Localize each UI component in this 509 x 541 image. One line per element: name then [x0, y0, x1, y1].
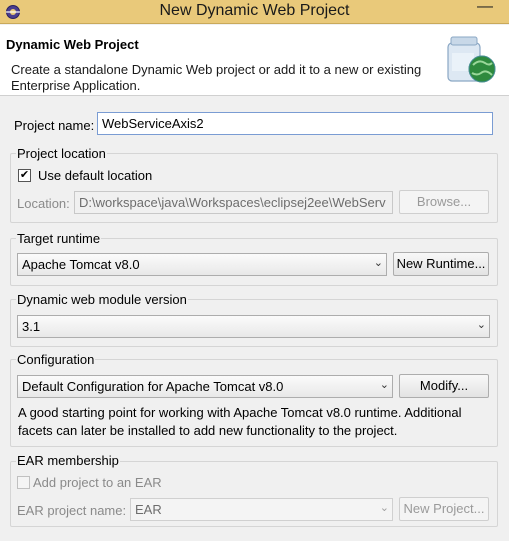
new-runtime-button[interactable]: New Runtime...	[393, 252, 489, 276]
minimize-button[interactable]: —	[465, 0, 505, 20]
add-to-ear-checkbox[interactable]	[17, 476, 30, 489]
target-runtime-title: Target runtime	[16, 231, 102, 246]
ear-project-name-label: EAR project name:	[17, 503, 127, 518]
configuration-select[interactable]: Default Configuration for Apache Tomcat …	[17, 375, 393, 398]
chevron-down-icon: ⌄	[379, 379, 389, 391]
ear-project-value: EAR	[135, 502, 162, 517]
chevron-down-icon: ⌄	[373, 257, 383, 269]
location-input[interactable]: D:\workspace\java\Workspaces\eclipsej2ee…	[74, 191, 393, 214]
project-location-title: Project location	[16, 146, 107, 161]
title-bar: New Dynamic Web Project —	[0, 0, 509, 24]
chevron-down-icon: ⌄	[476, 319, 486, 331]
web-project-banner-icon	[447, 36, 496, 83]
project-name-label: Project name:	[14, 118, 95, 133]
wizard-header: Dynamic Web Project Create a standalone …	[0, 25, 509, 96]
ear-membership-title: EAR membership	[16, 453, 120, 468]
use-default-location-checkbox[interactable]: ✔	[18, 169, 31, 182]
configuration-value: Default Configuration for Apache Tomcat …	[22, 379, 284, 394]
project-name-input[interactable]: WebServiceAxis2	[97, 112, 493, 135]
use-default-location-label: Use default location	[38, 168, 153, 183]
module-version-value: 3.1	[22, 319, 41, 334]
module-version-select[interactable]: 3.1 ⌄	[17, 315, 490, 338]
add-to-ear-label: Add project to an EAR	[33, 475, 162, 490]
window-title: New Dynamic Web Project	[159, 2, 350, 19]
new-project-button[interactable]: New Project...	[399, 497, 489, 521]
chevron-down-icon: ⌄	[379, 502, 389, 514]
wizard-page-description: Create a standalone Dynamic Web project …	[11, 62, 422, 93]
location-label: Location:	[17, 196, 70, 211]
module-version-title: Dynamic web module version	[16, 292, 188, 307]
configuration-title: Configuration	[16, 352, 96, 367]
target-runtime-value: Apache Tomcat v8.0	[22, 257, 140, 272]
ear-project-select[interactable]: EAR ⌄	[130, 498, 393, 521]
configuration-description: A good starting point for working with A…	[18, 405, 462, 438]
modify-button[interactable]: Modify...	[399, 374, 489, 398]
target-runtime-select[interactable]: Apache Tomcat v8.0 ⌄	[17, 253, 387, 276]
wizard-page-title: Dynamic Web Project	[6, 37, 139, 52]
browse-button[interactable]: Browse...	[399, 190, 489, 214]
